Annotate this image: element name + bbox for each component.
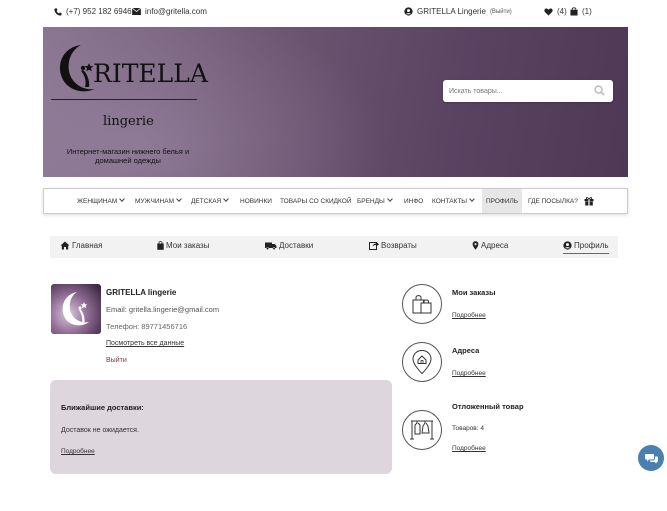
- saved-items-count: Товаров: 4: [452, 425, 484, 432]
- user-circle-icon: [404, 7, 413, 16]
- view-all-data-link[interactable]: Посмотреть все данные: [106, 340, 184, 347]
- tab-orders[interactable]: Мои заказы: [157, 241, 209, 250]
- chevron-down-icon: [469, 196, 475, 202]
- email-address: info@gritella.com: [145, 7, 207, 16]
- phone-number: (+7) 952 182 6946: [66, 7, 132, 16]
- saved-items-title: Отложенный товар: [452, 402, 524, 411]
- envelope-icon: [132, 8, 141, 15]
- addresses-card-title: Адреса: [452, 346, 480, 355]
- nav-label: КОНТАКТЫ: [432, 198, 468, 205]
- nav-item-sale[interactable]: ТОВАРЫ СО СКИДКОЙ: [280, 189, 352, 213]
- nav-item-kids[interactable]: ДЕТСКАЯ: [191, 189, 230, 213]
- logo-divider: [51, 99, 197, 100]
- cart-count: (1): [582, 7, 592, 16]
- heart-icon: [544, 7, 553, 16]
- logo-description: Интернет-магазин нижнего белья и домашне…: [66, 147, 190, 165]
- home-pin-icon: [412, 349, 432, 375]
- search-icon[interactable]: [594, 85, 605, 96]
- logo-wordmark: RITELLA: [93, 59, 208, 88]
- wishlist-count: (4): [557, 7, 567, 16]
- orders-details-link[interactable]: Подробнее: [452, 312, 486, 319]
- saved-items-details-link[interactable]: Подробнее: [452, 445, 486, 452]
- avatar: [51, 284, 101, 334]
- tab-profile[interactable]: Профиль: [563, 241, 609, 254]
- share-square-icon: [369, 242, 379, 250]
- tab-label: Адреса: [481, 241, 509, 250]
- addresses-card-icon[interactable]: [402, 342, 442, 382]
- profile-name: GRITELLA lingerie: [106, 288, 177, 297]
- wishlist-link[interactable]: (4): [544, 7, 567, 16]
- chevron-down-icon: [223, 196, 230, 202]
- tab-label: Профиль: [574, 241, 609, 250]
- clothes-rack-icon: [410, 420, 434, 440]
- nav-item-brands[interactable]: БРЕНДЫ: [357, 189, 393, 213]
- map-marker-icon: [472, 241, 479, 250]
- upcoming-deliveries-card: Ближайшие доставки: Доставок не ожидаетс…: [50, 380, 392, 474]
- shopping-bag-icon: [570, 7, 578, 16]
- addresses-details-link[interactable]: Подробнее: [452, 370, 486, 377]
- nav-item-profile[interactable]: ПРОФИЛЬ: [482, 189, 523, 213]
- saved-items-card-icon[interactable]: [402, 410, 442, 450]
- logout-small-link[interactable]: (Выйти): [490, 9, 512, 15]
- home-icon: [60, 241, 70, 250]
- nav-label: МУЖЧИНАМ: [135, 198, 174, 205]
- tab-label: Мои заказы: [166, 241, 210, 250]
- account-name: GRITELLA Lingerie: [417, 7, 486, 16]
- logo-subtitle: lingerie: [103, 114, 154, 129]
- nav-item-info[interactable]: ИНФО: [404, 189, 423, 213]
- top-bar: (+7) 952 182 6946 info@gritella.com GRIT…: [0, 0, 667, 26]
- tab-home[interactable]: Главная: [60, 241, 102, 250]
- tab-label: Доставки: [279, 241, 314, 250]
- tab-label: Возвраты: [381, 241, 417, 250]
- account-tabs: Главная Мои заказы Доставки Возвраты Адр…: [50, 236, 618, 258]
- email-contact[interactable]: info@gritella.com: [132, 7, 207, 16]
- deliveries-details-link[interactable]: Подробнее: [61, 448, 95, 455]
- tab-label: Главная: [72, 241, 103, 250]
- tab-addresses[interactable]: Адреса: [472, 241, 508, 250]
- site-logo[interactable]: RITELLA: [51, 41, 208, 111]
- search-input[interactable]: [449, 84, 589, 98]
- account-link[interactable]: GRITELLA Lingerie (Выйти): [404, 7, 512, 16]
- orders-card-icon[interactable]: [402, 284, 442, 324]
- nav-item-contacts[interactable]: КОНТАКТЫ: [432, 189, 475, 213]
- gift-icon[interactable]: [584, 196, 594, 206]
- nav-item-parcel[interactable]: ГДЕ ПОСЫЛКА?: [528, 189, 578, 213]
- nav-item-new[interactable]: НОВИНКИ: [240, 189, 272, 213]
- chevron-down-icon: [119, 196, 126, 202]
- deliveries-text: Доставок не ожидается.: [61, 427, 139, 434]
- chevron-down-icon: [176, 196, 182, 202]
- cart-link[interactable]: (1): [570, 7, 592, 16]
- shopping-bag-icon: [157, 241, 164, 250]
- phone-icon: [54, 7, 62, 16]
- shopping-bags-icon: [412, 295, 432, 314]
- nav-label: ЖЕНЩИНАМ: [77, 198, 118, 205]
- truck-icon: [265, 242, 277, 250]
- header-banner: RITELLA lingerie Интернет-магазин нижнег…: [43, 27, 628, 177]
- chat-button[interactable]: [638, 445, 664, 471]
- profile-email: Email: gritella.lingerie@gmail.com: [106, 305, 220, 314]
- chevron-down-icon: [386, 196, 393, 202]
- phone-contact[interactable]: (+7) 952 182 6946: [54, 7, 132, 16]
- tab-deliveries[interactable]: Доставки: [265, 241, 313, 250]
- orders-card-title: Мои заказы: [452, 288, 496, 297]
- nav-item-men[interactable]: МУЖЧИНАМ: [135, 189, 182, 213]
- deliveries-title: Ближайшие доставки:: [61, 403, 144, 412]
- tab-returns[interactable]: Возвраты: [369, 241, 417, 250]
- chat-bubbles-icon: [644, 453, 658, 464]
- profile-phone: Телефон: 89771456716: [106, 322, 188, 331]
- logout-link[interactable]: Выйти: [106, 357, 127, 364]
- nav-item-women[interactable]: ЖЕНЩИНАМ: [77, 189, 126, 213]
- user-circle-icon: [563, 241, 572, 250]
- nav-label: ДЕТСКАЯ: [191, 198, 222, 205]
- search-box: [443, 80, 613, 102]
- nav-label: БРЕНДЫ: [357, 198, 385, 205]
- main-navigation: ЖЕНЩИНАМ МУЖЧИНАМ ДЕТСКАЯ НОВИНКИ ТОВАРЫ…: [43, 188, 628, 214]
